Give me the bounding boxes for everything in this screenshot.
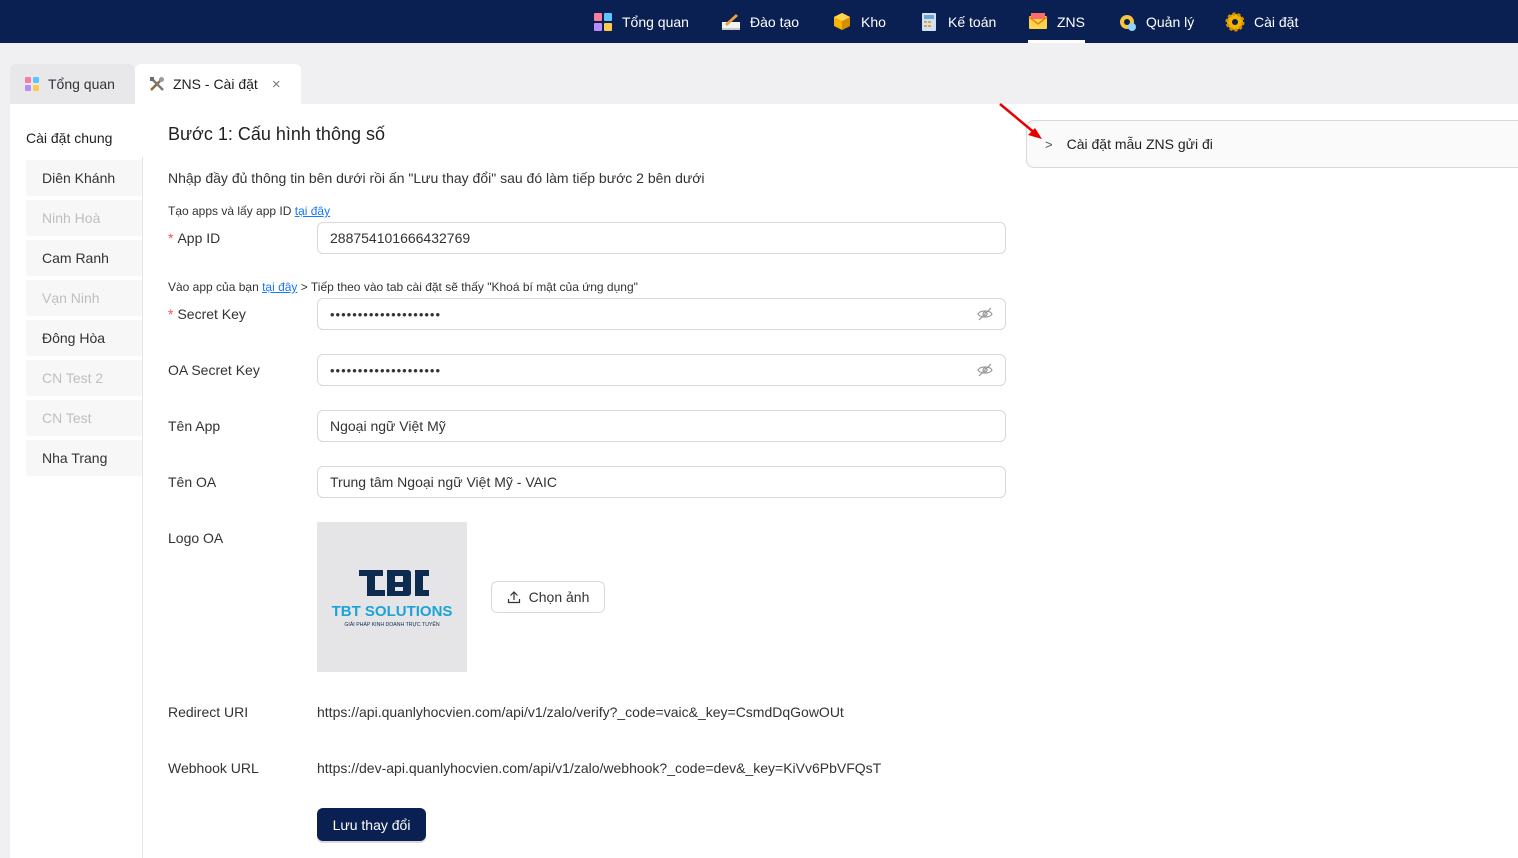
app-id-value: 288754101666432769 [330,230,471,246]
label-text: Secret Key [177,306,246,322]
oa-secret-key-value: •••••••••••••••••••• [330,362,442,378]
nav-item-dao-tao[interactable]: Đào tạo [721,0,799,43]
zns-template-collapse[interactable]: > Cài đặt mẫu ZNS gửi đi [1026,120,1518,168]
app-id-link[interactable]: tại đây [295,204,330,218]
nav-label: Tổng quan [622,13,689,30]
app-name-input[interactable]: Ngoại ngữ Việt Mỹ [317,410,1006,442]
nav-item-ke-toan[interactable]: Kế toán [919,0,996,43]
sidebar-item-cn-test-2: CN Test 2 [26,360,142,396]
content-area: Cài đặt chung Diên Khánh Ninh Hoà Cam Ra… [10,103,1518,858]
tab-zns-cai-dat[interactable]: ZNS - Cài đặt × [135,64,301,104]
sidebar-item-nha-trang[interactable]: Nha Trang [26,440,142,476]
app-id-hint: Tạo apps và lấy app ID tại đây [168,204,330,218]
oa-secret-key-label: OA Secret Key [168,362,260,378]
secret-key-link[interactable]: tại đây [262,280,297,294]
nav-label: Kế toán [948,13,997,30]
secret-key-hint: Vào app của bạn tại đây > Tiếp theo vào … [168,280,638,294]
webhook-url-label: Webhook URL [168,760,259,776]
nav-label: Quản lý [1146,13,1195,30]
upload-image-button[interactable]: Chọn ảnh [491,581,605,613]
settings-gear-icon [1225,12,1245,32]
logo-brand: TBT SOLUTIONS [332,603,453,620]
logo-oa-label: Logo OA [168,530,224,546]
tools-icon [149,76,165,92]
logo-tagline: GIẢI PHÁP KINH DOANH TRỰC TUYẾN [344,621,439,628]
nav-label: Cài đặt [1254,13,1299,30]
sidebar-divider [142,157,143,858]
app-id-label: * App ID [168,230,220,246]
page-title: Bước 1: Cấu hình thông số [168,124,385,144]
nav-item-cai-dat[interactable]: Cài đặt [1225,0,1298,43]
nav-label: Đào tạo [750,13,800,30]
tbt-logo: TBT SOLUTIONS GIẢI PHÁP KINH DOANH TRỰC … [332,570,453,628]
nav-item-kho[interactable]: Kho [832,0,886,43]
hint-text: > Tiếp theo vào tab cài đặt sẽ thấy "Kho… [297,280,638,294]
nav-label: Kho [861,13,886,30]
dashboard-icon [593,12,613,32]
app-id-input[interactable]: 288754101666432769 [317,222,1006,254]
tab-tong-quan[interactable]: Tổng quan [10,64,135,104]
secret-key-label: * Secret Key [168,306,246,322]
oa-secret-key-input[interactable]: •••••••••••••••••••• [317,354,1006,386]
nav-item-tong-quan[interactable]: Tổng quan [593,0,689,43]
logo-preview: TBT SOLUTIONS GIẢI PHÁP KINH DOANH TRỰC … [317,522,467,672]
save-changes-button[interactable]: Lưu thay đổi [317,808,426,841]
sidebar-item-dong-hoa[interactable]: Đông Hòa [26,320,142,356]
training-icon [721,12,741,32]
form-description: Nhập đầy đủ thông tin bên dưới rồi ấn "L… [168,170,705,186]
oa-name-input[interactable]: Trung tâm Ngoại ngữ Việt Mỹ - VAIC [317,466,1006,498]
sidebar-item-dien-khanh[interactable]: Diên Khánh [26,160,142,196]
redirect-uri-value: https://api.quanlyhocvien.com/api/v1/zal… [317,704,844,720]
nav-item-zns[interactable]: ZNS [1028,0,1085,43]
secret-key-input[interactable]: •••••••••••••••••••• [317,298,1006,330]
oa-name-value: Trung tâm Ngoại ngữ Việt Mỹ - VAIC [330,474,557,490]
tab-label: ZNS - Cài đặt [173,76,258,92]
hint-text: Tạo apps và lấy app ID [168,204,295,218]
close-icon[interactable]: × [272,76,281,93]
tab-bar: Tổng quan ZNS - Cài đặt × [0,43,1518,104]
warehouse-icon [832,12,852,32]
upload-icon [507,590,521,604]
nav-item-quan-ly[interactable]: Quản lý [1117,0,1194,43]
app-name-label: Tên App [168,418,221,434]
redirect-uri-label: Redirect URI [168,704,249,720]
collapse-title: Cài đặt mẫu ZNS gửi đi [1066,136,1213,152]
annotation-arrow-icon [999,103,1042,139]
top-navbar: Tổng quan Đào tạo Kho Kế toán ZNS Quản l… [0,0,1518,43]
eye-invisible-icon[interactable] [977,306,993,322]
required-mark: * [168,306,174,322]
required-mark: * [168,230,174,246]
label-text: App ID [177,230,221,246]
webhook-url-value: https://dev-api.quanlyhocvien.com/api/v1… [317,760,882,776]
dashboard-icon [24,76,40,92]
nav-label: ZNS [1057,13,1085,30]
sidebar-item-cam-ranh[interactable]: Cam Ranh [26,240,142,276]
eye-invisible-icon[interactable] [977,362,993,378]
upload-label: Chọn ảnh [528,589,590,605]
tab-label: Tổng quan [48,76,115,92]
oa-name-label: Tên OA [168,474,217,490]
sidebar-item-cn-test: CN Test [26,400,142,436]
accounting-icon [919,12,939,32]
sidebar-item-van-ninh: Vạn Ninh [26,280,142,316]
hint-text: Vào app của bạn [168,280,263,294]
sidebar-heading[interactable]: Cài đặt chung [26,130,112,146]
management-icon [1117,12,1137,32]
app-name-value: Ngoại ngữ Việt Mỹ [330,418,446,434]
zns-mail-icon [1028,12,1048,32]
secret-key-value: •••••••••••••••••••• [330,306,442,322]
sidebar-item-ninh-hoa: Ninh Hoà [26,200,142,236]
